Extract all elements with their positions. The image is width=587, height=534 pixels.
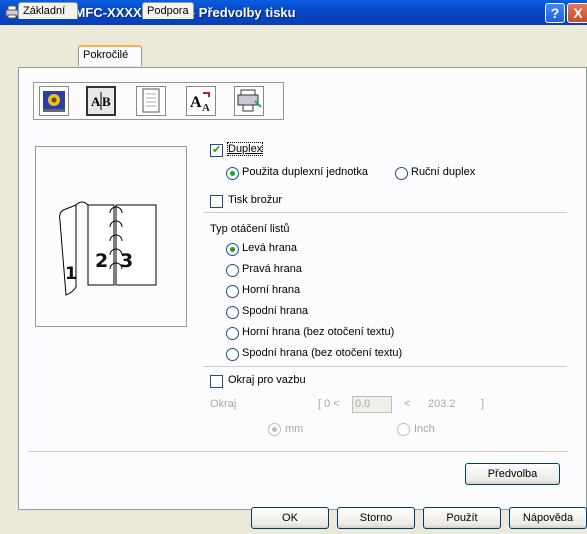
preview-page-2: 2 (95, 250, 108, 272)
flip-right-radio[interactable] (226, 264, 239, 277)
cancel-button[interactable]: Storno (337, 507, 415, 529)
range-max: 203.2 (428, 398, 456, 410)
separator (203, 366, 567, 367)
close-icon: X (573, 5, 583, 21)
device-options-icon[interactable] (234, 86, 264, 116)
flip-top-noturn-label[interactable]: Horní hrana (bez otočení textu) (242, 326, 394, 338)
flip-top-label[interactable]: Horní hrana (242, 284, 300, 296)
default-button[interactable]: Předvolba (465, 463, 560, 485)
title-bar[interactable]: Brother MFC-XXXX Printer - Předvolby tis… (0, 0, 587, 25)
flip-top-noturn-radio[interactable] (226, 327, 239, 340)
margin-value-input[interactable]: 0.0 (352, 396, 392, 413)
unit-inch-radio[interactable] (397, 423, 410, 436)
tab-advanced-label: Pokročilé (83, 49, 129, 61)
flip-bottom-radio[interactable] (226, 306, 239, 319)
booklet-preview-image: 1 2 3 (59, 201, 157, 296)
range-close: ] (481, 398, 485, 410)
svg-text:A: A (202, 102, 210, 114)
unit-mm-label[interactable]: mm (285, 423, 303, 435)
help-button[interactable]: Nápověda (509, 507, 587, 529)
quality-icon[interactable] (39, 86, 69, 116)
duplex-preview: 1 2 3 (35, 146, 187, 327)
svg-text:B: B (102, 94, 111, 109)
duplex-label[interactable]: Duplex (226, 142, 264, 156)
tab-support[interactable]: Podpora (142, 2, 194, 19)
separator (203, 212, 567, 213)
binding-offset-checkbox[interactable] (210, 375, 223, 388)
duplex-unit-radio[interactable] (226, 167, 239, 180)
flip-left-label[interactable]: Levá hrana (242, 242, 297, 254)
question-icon: ? (550, 5, 560, 21)
manual-duplex-radio[interactable] (395, 167, 408, 180)
duplex-unit-label[interactable]: Použita duplexní jednotka (242, 166, 368, 178)
tab-advanced[interactable]: Pokročilé (78, 45, 142, 66)
tab-support-label: Podpora (147, 5, 189, 17)
printer-preferences-window: Brother MFC-XXXX Printer - Předvolby tis… (0, 0, 587, 534)
flip-top-radio[interactable] (226, 285, 239, 298)
booklet-label[interactable]: Tisk brožur (228, 194, 282, 206)
watermark-icon[interactable] (136, 86, 166, 116)
tab-basic-label: Základní (23, 5, 66, 17)
range-mid: < (404, 398, 411, 410)
margin-label: Okraj (210, 398, 237, 410)
page-setting-icon[interactable]: AA (186, 86, 216, 116)
manual-duplex-label[interactable]: Ruční duplex (411, 166, 475, 178)
close-button[interactable]: X (567, 3, 587, 23)
duplex-checkbox[interactable] (210, 143, 223, 157)
apply-button[interactable]: Použít (423, 507, 501, 529)
ok-button[interactable]: OK (251, 507, 329, 529)
booklet-checkbox[interactable] (210, 195, 223, 208)
feature-toolbar: AB AA (33, 82, 284, 120)
preview-page-3: 3 (120, 250, 133, 272)
flip-bottom-noturn-label[interactable]: Spodní hrana (bez otočení textu) (242, 347, 402, 359)
svg-text:A: A (91, 94, 101, 109)
help-title-button[interactable]: ? (545, 3, 565, 23)
unit-inch-label[interactable]: Inch (414, 423, 435, 435)
flip-bottom-label[interactable]: Spodní hrana (242, 305, 308, 317)
svg-text:A: A (190, 94, 202, 111)
duplex-icon[interactable]: AB (86, 86, 116, 116)
tab-basic[interactable]: Základní (18, 2, 78, 19)
flip-right-label[interactable]: Pravá hrana (242, 263, 302, 275)
unit-mm-radio[interactable] (268, 423, 281, 436)
flip-left-radio[interactable] (226, 243, 239, 256)
flip-type-heading: Typ otáčení listů (210, 223, 290, 235)
separator (28, 451, 568, 452)
range-open: [ 0 < (318, 398, 340, 410)
preview-page-1: 1 (65, 264, 77, 284)
flip-bottom-noturn-radio[interactable] (226, 348, 239, 361)
binding-offset-label[interactable]: Okraj pro vazbu (228, 374, 306, 386)
